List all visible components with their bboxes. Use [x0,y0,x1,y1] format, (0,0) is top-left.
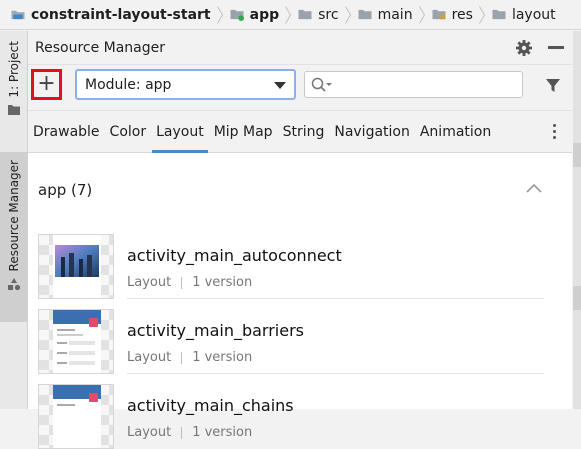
resource-type: Layout [127,275,172,290]
right-tool-tab[interactable] [573,143,581,167]
search-icon [311,77,332,92]
breadcrumb-item-res[interactable]: res [431,0,473,30]
right-tool-window-strip [573,31,581,409]
project-tool-label: 1: Project [6,41,21,98]
folder-icon [358,9,372,20]
row-divider [127,298,544,299]
breadcrumb-separator-icon [283,0,293,30]
tab-mip-map[interactable]: Mip Map [214,111,273,153]
add-resource-button[interactable]: + [31,69,62,100]
layout-preview-thumbnail [38,234,114,299]
chevron-up-icon[interactable] [526,183,542,193]
project-tool-tab[interactable]: 1: Project [0,41,27,151]
resource-type: Layout [127,350,172,365]
filter-icon[interactable] [545,78,561,94]
breadcrumb-item-layout[interactable]: layout [491,0,556,30]
list-item[interactable]: activity_main_autoconnect Layout 1 versio… [38,234,544,299]
tab-animation[interactable]: Animation [420,111,491,153]
breadcrumb-separator-icon [417,0,427,30]
layout-preview-thumbnail [38,384,114,449]
project-icon [11,10,25,20]
minimize-icon[interactable] [548,46,564,49]
breadcrumb-label: main [377,6,413,23]
folder-icon [298,9,312,20]
tab-color[interactable]: Color [110,111,147,153]
res-folder-icon [432,9,446,20]
tab-drawable[interactable]: Drawable [33,111,100,153]
resource-type: Layout [127,425,172,440]
plus-icon: + [37,70,56,96]
list-item[interactable]: activity_main_barriers Layout 1 version [38,309,544,374]
folder-icon [492,9,506,20]
resource-name: activity_main_autoconnect [127,246,342,265]
more-options-icon[interactable] [553,124,557,142]
resource-versions: 1 version [192,275,253,290]
resource-manager-tool-tab[interactable]: Resource Manager [0,152,27,322]
resource-manager-tool-label: Resource Manager [6,160,21,272]
breadcrumb-item-app[interactable]: app [229,0,280,30]
list-item[interactable]: activity_main_chains Layout 1 version [38,384,544,449]
breadcrumb-label: app [249,6,280,23]
breadcrumb-item-src[interactable]: src [297,0,339,30]
layout-preview-thumbnail [38,309,114,374]
module-select[interactable]: Module: app [75,69,296,100]
dropdown-arrow-icon [274,82,286,89]
folder-icon [7,104,20,115]
preview-image [53,310,101,365]
breadcrumb: constraint-layout-start app src main res [0,0,581,30]
breadcrumb-separator-icon [343,0,353,30]
resource-list: app (7) activity_main_autoconnect Layout… [28,153,572,449]
resource-versions: 1 version [192,350,253,365]
breadcrumb-label: constraint-layout-start [31,6,211,23]
resource-name: activity_main_barriers [127,321,304,340]
breadcrumb-label: layout [511,6,556,23]
breadcrumb-separator-icon [477,0,487,30]
breadcrumb-label: src [318,6,339,23]
breadcrumb-label: res [451,6,473,23]
resource-toolbar: + Module: app [28,65,572,111]
resource-meta: Layout 1 version [127,275,252,290]
search-input[interactable] [304,71,523,98]
tab-layout[interactable]: Layout [152,111,208,153]
breadcrumb-separator-icon [215,0,225,30]
gear-icon[interactable] [515,39,533,57]
breadcrumb-item-main[interactable]: main [357,0,413,30]
section-title: app (7) [38,181,93,199]
resource-name: activity_main_chains [127,396,294,415]
module-select-value: Module: app [85,76,172,93]
module-folder-icon [230,9,244,21]
row-divider [127,373,544,374]
tab-navigation[interactable]: Navigation [334,111,410,153]
left-tool-window-strip: 1: Project Resource Manager [0,31,28,409]
right-tool-tab[interactable] [573,286,581,310]
preview-image [53,385,101,406]
tab-string[interactable]: String [283,111,325,153]
resource-meta: Layout 1 version [127,350,252,365]
preview-image [55,245,99,277]
resource-meta: Layout 1 version [127,425,252,440]
resources-icon [7,278,20,291]
resource-type-tabs: Drawable Color Layout Mip Map String Nav… [28,111,572,153]
breadcrumb-item-project[interactable]: constraint-layout-start [10,0,211,30]
resource-manager-panel: Resource Manager + Module: app Drawable … [28,31,572,449]
resource-versions: 1 version [192,425,253,440]
panel-titlebar: Resource Manager [28,31,572,65]
panel-title: Resource Manager [35,39,166,56]
